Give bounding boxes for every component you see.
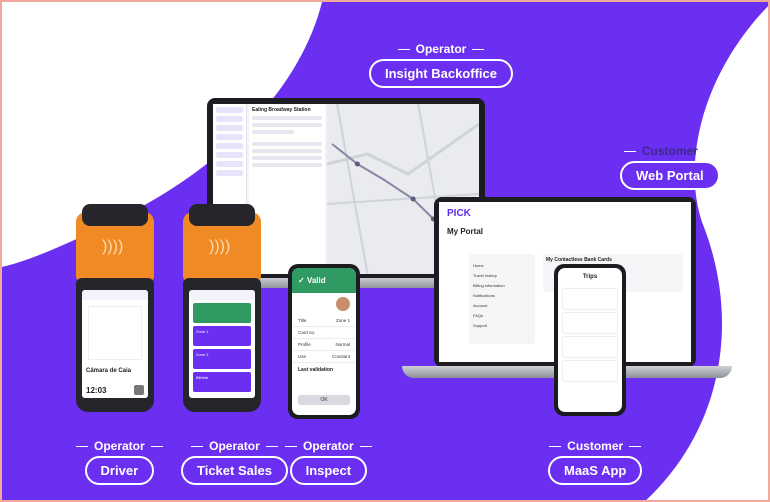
check-icon: ✓ [298, 276, 307, 285]
label-role: Operator [285, 439, 372, 453]
portal-title: My Portal [447, 227, 484, 236]
validation-status: ✓ Valid [292, 268, 356, 293]
ticket-tile[interactable]: Bilhete [193, 372, 251, 392]
label-ticket-sales: Operator Ticket Sales [181, 439, 288, 485]
inspect-row: Profile Normal [292, 339, 356, 351]
label-role: Customer [624, 144, 716, 158]
pill-inspect[interactable]: Inspect [289, 456, 368, 485]
avatar [336, 297, 350, 311]
portal-card-title: My Contactless Bank Cards [546, 257, 612, 263]
inspect-row: Title Zone 1 [292, 315, 356, 327]
maas-screen: Trips [558, 268, 622, 412]
portal-menu-item[interactable]: Home [473, 263, 531, 268]
scene: Operator Insight Backoffice Customer Web… [0, 0, 770, 502]
nfc-icon: )))) [102, 238, 124, 255]
validation-status-text: Valid [306, 276, 326, 285]
label-inspect: Operator Inspect [285, 439, 372, 485]
pill-maas-app[interactable]: MaaS App [548, 456, 643, 485]
nfc-icon: )))) [209, 238, 231, 255]
portal-brand-logo: PICK [447, 208, 471, 219]
backoffice-title: Ealing Broadway Station [252, 107, 311, 113]
portal-menu: Home Travel history Billing information … [469, 254, 535, 344]
inspect-screen: ✓ Valid Title Zone 1 Card no. Profile Norm… [292, 268, 356, 415]
portal-menu-item[interactable]: Travel history [473, 273, 531, 278]
pill-insight-backoffice[interactable]: Insight Backoffice [369, 59, 513, 88]
portal-menu-item[interactable]: FAQs [473, 313, 531, 318]
ticket-screen: Zone 1 Zone 2 Bilhete [189, 290, 255, 398]
last-validation-label: Last validation [298, 367, 334, 373]
label-role: Operator [76, 439, 163, 453]
ticket-tile[interactable]: Zone 1 [193, 326, 251, 346]
pill-ticket-sales[interactable]: Ticket Sales [181, 456, 288, 485]
portal-menu-item[interactable]: Billing information [473, 283, 531, 288]
driver-screen: Câmara de Caia 12:03 [82, 290, 148, 398]
driver-time: 12:03 [86, 385, 107, 395]
maas-title: Trips [582, 274, 598, 280]
label-web-portal: Customer Web Portal [620, 144, 720, 190]
maas-phone: Trips [554, 264, 626, 416]
ticket-handheld: )))) Zone 1 Zone 2 Bilhete [183, 204, 261, 412]
portal-menu-item[interactable]: Notifications [473, 293, 531, 298]
label-role: Operator [398, 42, 485, 56]
inspect-phone: ✓ Valid Title Zone 1 Card no. Profile Norm… [288, 264, 360, 419]
driver-handheld: )))) Câmara de Caia 12:03 [76, 204, 154, 412]
driver-stop: Câmara de Caia [86, 368, 132, 374]
pill-web-portal[interactable]: Web Portal [620, 161, 720, 190]
ticket-tile[interactable]: Zone 2 [193, 349, 251, 369]
label-role: Customer [549, 439, 641, 453]
label-insight-backoffice: Operator Insight Backoffice [369, 42, 513, 88]
label-driver: Operator Driver [76, 439, 163, 485]
ticket-tile[interactable] [193, 303, 251, 323]
pill-driver[interactable]: Driver [84, 456, 155, 485]
label-role: Operator [191, 439, 278, 453]
label-maas-app: Customer MaaS App [548, 439, 643, 485]
portal-menu-item[interactable]: Account [473, 303, 531, 308]
menu-icon[interactable] [134, 385, 144, 395]
ok-button[interactable]: OK [298, 395, 350, 405]
inspect-row: Card no. [292, 327, 356, 339]
portal-menu-item[interactable]: Support [473, 323, 531, 328]
inspect-row: Use Constant [292, 351, 356, 363]
